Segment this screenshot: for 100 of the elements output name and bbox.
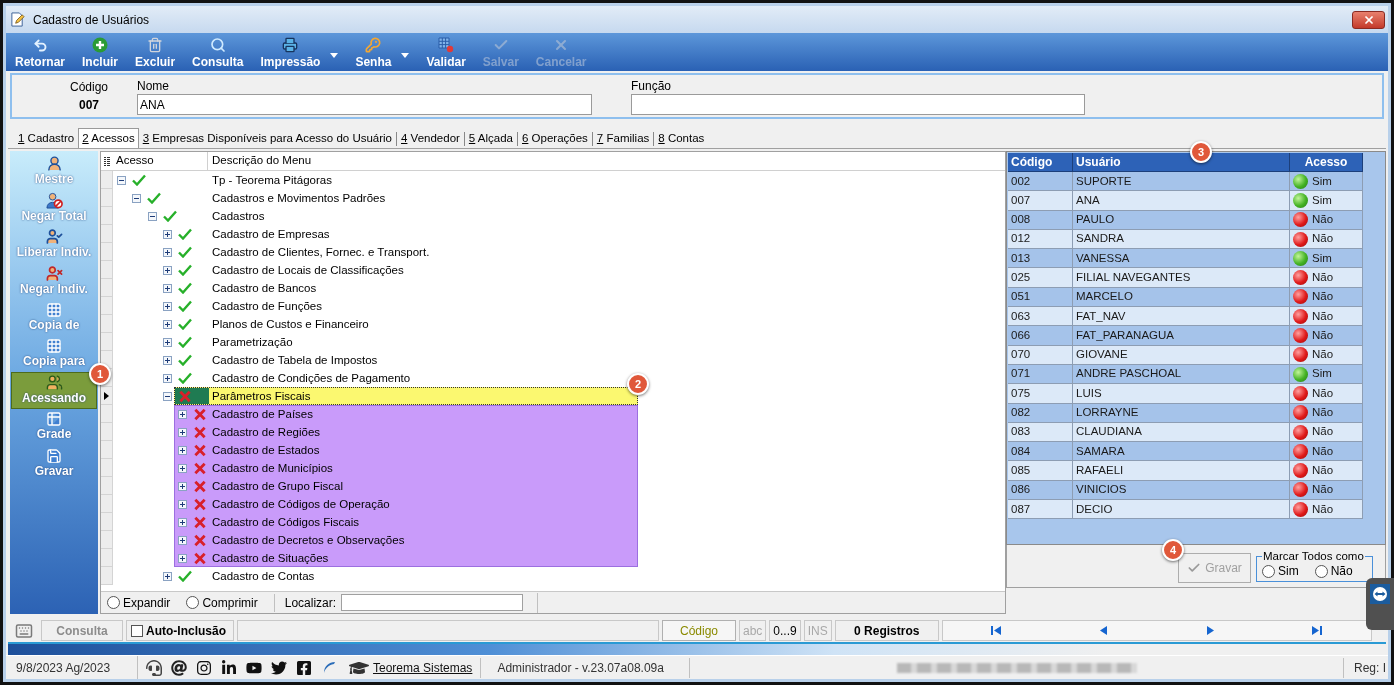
table-row[interactable]: 085 RAFAELI Não — [1008, 461, 1363, 481]
headset-icon[interactable] — [146, 659, 162, 676]
tab[interactable]: 5 Alçada — [464, 130, 517, 148]
menu-item-label[interactable]: Cadastro de Estados — [208, 442, 320, 458]
plus-box-icon[interactable] — [178, 445, 188, 455]
menu-item-label[interactable]: Cadastro de Tabela de Impostos — [208, 352, 378, 368]
plus-box-icon[interactable] — [178, 409, 188, 419]
radio-option[interactable]: Sim — [1262, 562, 1299, 580]
menu-item-label[interactable]: Cadastro de Funções — [208, 298, 322, 314]
menu-item-label[interactable]: Cadastros — [208, 208, 265, 224]
plus-box-icon[interactable] — [162, 301, 172, 311]
plus-box-icon[interactable] — [162, 337, 172, 347]
plus-box-icon[interactable] — [178, 553, 188, 563]
menu-item-label[interactable]: Cadastro de Grupo Fiscal — [208, 478, 344, 494]
menu-item-label[interactable]: Parametrização — [208, 334, 293, 350]
menu-item-label[interactable]: Cadastros e Movimentos Padrões — [208, 190, 386, 206]
toolbar-button[interactable]: Retornar — [15, 34, 65, 70]
menu-item-label[interactable]: Cadastro de Bancos — [208, 280, 317, 296]
radio-option[interactable]: Expandir — [107, 593, 171, 612]
plus-box-icon[interactable] — [178, 517, 188, 527]
check-icon[interactable] — [132, 174, 146, 186]
search-field[interactable] — [341, 594, 524, 611]
plus-box-icon[interactable] — [162, 283, 172, 293]
table-row[interactable]: 025 FILIAL NAVEGANTES Não — [1008, 268, 1363, 288]
linkedin-icon[interactable] — [221, 659, 237, 676]
side-tab[interactable] — [1366, 578, 1394, 630]
menu-item-label[interactable]: Cadastro de Empresas — [208, 226, 330, 242]
check-icon[interactable] — [177, 372, 192, 384]
twitter-bird-icon[interactable] — [271, 659, 287, 676]
table-row[interactable]: 013 VANESSA Sim — [1008, 249, 1363, 269]
role-field[interactable] — [631, 94, 1085, 115]
table-row[interactable]: 008 PAULO Não — [1008, 210, 1363, 230]
check-icon[interactable] — [147, 192, 162, 204]
radio-option[interactable]: Não — [1314, 562, 1353, 580]
check-icon[interactable] — [177, 228, 192, 240]
check-icon[interactable] — [177, 570, 192, 582]
check-icon[interactable] — [177, 282, 192, 294]
toolbar-button[interactable]: Senha — [355, 34, 410, 70]
tab[interactable]: 7 Familias — [592, 130, 654, 148]
minus-box-icon[interactable] — [162, 391, 172, 401]
at-sign-icon[interactable] — [171, 659, 187, 676]
check-icon[interactable] — [177, 354, 192, 366]
tab[interactable]: 6 Operações — [518, 130, 592, 148]
checkbox-icon[interactable] — [131, 624, 143, 637]
check-icon[interactable] — [177, 300, 192, 312]
table-row[interactable]: 083 CLAUDIANA Não — [1008, 422, 1363, 443]
column-header[interactable]: Acesso — [1290, 153, 1363, 172]
table-row[interactable]: 086 VINICIOS Não — [1008, 480, 1363, 501]
instagram-icon[interactable] — [196, 659, 212, 676]
table-row[interactable]: 002 SUPORTE Sim — [1008, 172, 1363, 192]
column-header[interactable]: Descrição do Menu — [208, 152, 312, 170]
table-row[interactable]: 082 LORRAYNE Não — [1008, 403, 1363, 423]
table-row[interactable]: 084 SAMARA Não — [1008, 442, 1363, 462]
table-row[interactable]: 066 FAT_PARANAGUA Não — [1008, 326, 1363, 346]
menu-item-label[interactable]: Cadastro de Códigos de Operação — [208, 496, 390, 512]
menu-item-label[interactable]: Cadastro de Clientes, Fornec. e Transport. — [208, 244, 430, 260]
check-icon[interactable] — [162, 210, 177, 222]
tab[interactable]: 3 Empresas Disponíveis para Acesso do Usuário — [138, 130, 396, 148]
facebook-icon[interactable] — [296, 659, 312, 676]
table-row[interactable]: 070 GIOVANE Não — [1008, 345, 1363, 365]
check-icon[interactable] — [177, 246, 192, 258]
menu-item-label[interactable]: Parâmetros Fiscais — [208, 388, 311, 404]
plus-box-icon[interactable] — [162, 319, 172, 329]
minus-box-icon[interactable] — [132, 193, 142, 203]
menu-item-label[interactable]: Cadastro de Países — [208, 406, 313, 422]
plus-box-icon[interactable] — [162, 373, 172, 383]
check-icon[interactable] — [177, 264, 192, 276]
table-row[interactable]: 012 SANDRA Não — [1008, 229, 1363, 250]
close-button[interactable] — [1352, 10, 1385, 29]
toolbar-button[interactable]: Consulta — [192, 34, 244, 70]
tab[interactable]: 8 Contas — [654, 130, 709, 148]
plus-box-icon[interactable] — [178, 427, 188, 437]
menu-item-label[interactable]: Cadastro de Municípios — [208, 460, 333, 476]
menu-item-label[interactable]: Cadastro de Condições de Pagamento — [208, 370, 411, 386]
plus-box-icon[interactable] — [178, 499, 188, 509]
company-link[interactable]: Teorema Sistemas — [373, 658, 473, 677]
plus-box-icon[interactable] — [178, 481, 188, 491]
plus-box-icon[interactable] — [162, 265, 172, 275]
toolbar-button[interactable]: Validar — [426, 34, 466, 70]
table-row[interactable]: 075 LUIS Não — [1008, 384, 1363, 404]
menu-item-label[interactable]: Cadastro de Códigos Fiscais — [208, 514, 359, 530]
plus-box-icon[interactable] — [178, 535, 188, 545]
toolbar-button[interactable]: Incluir — [82, 34, 119, 70]
menu-item-label[interactable]: Cadastro de Regiões — [208, 424, 321, 440]
menu-item-label[interactable]: Planos de Custos e Financeiro — [208, 316, 369, 332]
plus-box-icon[interactable] — [178, 463, 188, 473]
name-field[interactable]: ANA — [137, 94, 592, 115]
table-row[interactable]: 051 MARCELO Não — [1008, 287, 1363, 308]
plus-box-icon[interactable] — [162, 571, 172, 581]
sort-field-button[interactable]: Código — [662, 620, 736, 641]
tab[interactable]: 2 Acessos — [78, 128, 139, 148]
auto-insert-checkbox[interactable]: Auto-Inclusão — [126, 620, 234, 641]
tab[interactable]: 4 Vendedor — [397, 130, 464, 148]
plus-box-icon[interactable] — [162, 247, 172, 257]
menu-item-label[interactable]: Cadastro de Situações — [208, 550, 329, 566]
plus-box-icon[interactable] — [162, 229, 172, 239]
menu-item-label[interactable]: Tp - Teorema Pitágoras — [208, 172, 332, 188]
toolbar-button[interactable]: Excluir — [135, 34, 176, 70]
minus-box-icon[interactable] — [117, 175, 126, 185]
toolbar-button[interactable]: Impressão — [260, 34, 339, 70]
